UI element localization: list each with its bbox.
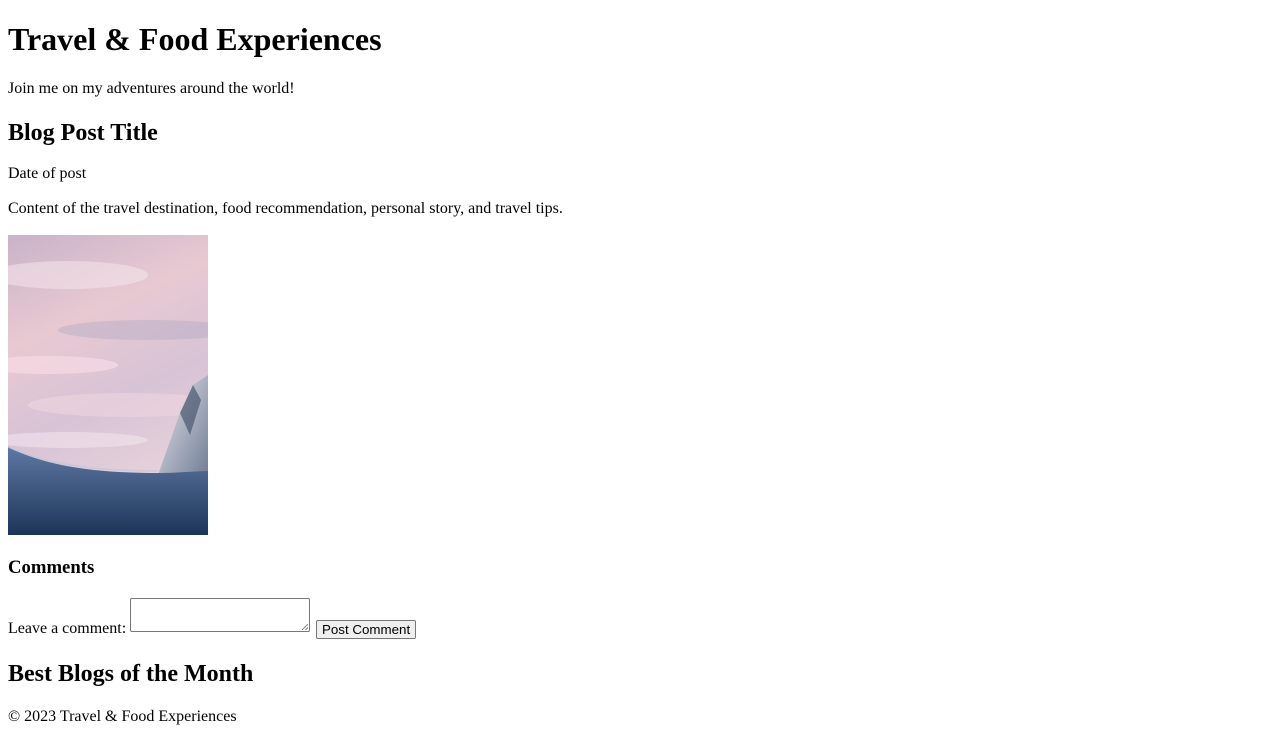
post-comment-button[interactable]: Post Comment bbox=[316, 620, 417, 639]
mountain-photo-icon bbox=[8, 235, 208, 535]
post-title: Blog Post Title bbox=[8, 120, 158, 146]
comment-textarea[interactable] bbox=[130, 598, 310, 632]
site-tagline: Join me on my adventures around the worl… bbox=[8, 80, 295, 97]
site-title: Travel & Food Experiences bbox=[8, 21, 382, 57]
post-image bbox=[8, 235, 208, 535]
best-blogs-heading: Best Blogs of the Month bbox=[8, 661, 254, 687]
footer-copyright: © 2023 Travel & Food Experiences bbox=[8, 708, 237, 725]
post-date: Date of post bbox=[8, 165, 87, 182]
comment-label: Leave a comment: bbox=[8, 620, 127, 637]
post-content: Content of the travel destination, food … bbox=[8, 200, 563, 217]
comments-heading: Comments bbox=[8, 557, 95, 578]
resize-grip-icon[interactable] bbox=[302, 624, 308, 630]
